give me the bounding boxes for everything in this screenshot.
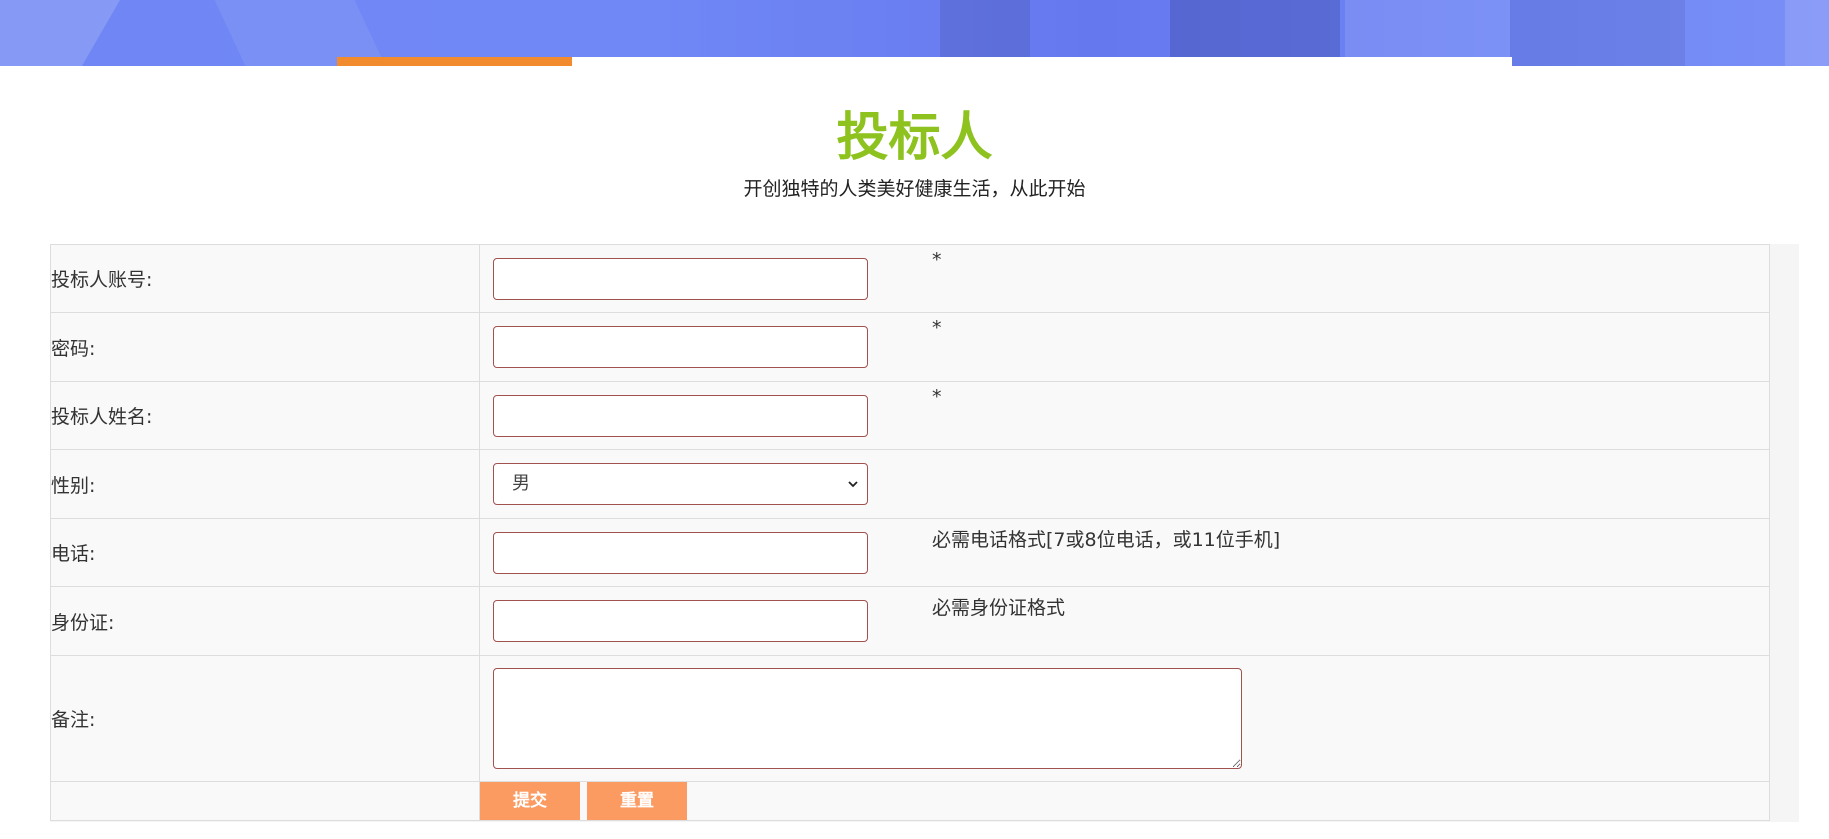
form-row-gender: 性别: 男 — [50, 449, 1770, 519]
field-input-cell: 必需身份证格式 — [479, 586, 1770, 656]
gender-selected-value: 男 — [512, 473, 530, 494]
page-title: 投标人 — [836, 108, 993, 168]
registration-form: 投标人账号: * 密码: * 投标人姓名: * 性别: 男 电话: 必需电话格式… — [50, 244, 1770, 821]
submit-button[interactable]: 提交 — [480, 782, 580, 820]
field-label-cell: 投标人账号: — [50, 244, 480, 313]
nav-bar — [337, 57, 1512, 66]
phone-format-hint: 必需电话格式[7或8位电话，或11位手机] — [932, 529, 1281, 551]
field-input-cell: * — [479, 381, 1770, 450]
field-label-cell: 身份证: — [50, 586, 480, 656]
banner-decoration — [1510, 0, 1685, 66]
field-input-cell: * — [479, 312, 1770, 382]
name-input[interactable] — [493, 394, 868, 437]
password-input[interactable] — [493, 326, 868, 368]
field-label-cell: 密码: — [50, 312, 480, 382]
field-input-cell — [479, 655, 1770, 782]
field-label-cell: 性别: — [50, 449, 480, 519]
required-marker: * — [932, 317, 942, 339]
reset-button[interactable]: 重置 — [587, 782, 687, 820]
gender-select[interactable]: 男 — [493, 463, 868, 505]
chevron-down-icon — [848, 481, 858, 488]
form-row-password: 密码: * — [50, 312, 1770, 382]
form-row-account: 投标人账号: * — [50, 244, 1770, 313]
required-marker: * — [932, 249, 942, 271]
field-label-cell: 备注: — [50, 655, 480, 782]
nav-active-indicator[interactable] — [337, 57, 572, 66]
form-container: 投标人账号: * 密码: * 投标人姓名: * 性别: 男 电话: 必需电话格式… — [50, 244, 1799, 822]
field-input-cell: 男 — [479, 449, 1770, 519]
phone-input[interactable] — [493, 531, 868, 574]
form-row-id-card: 身份证: 必需身份证格式 — [50, 586, 1770, 656]
id-card-format-hint: 必需身份证格式 — [932, 597, 1066, 619]
account-input[interactable] — [493, 257, 868, 300]
required-marker: * — [932, 386, 942, 408]
remark-label: 备注: — [51, 709, 96, 731]
name-label: 投标人姓名: — [51, 406, 153, 428]
gender-label: 性别: — [51, 474, 96, 497]
banner-decoration — [0, 0, 120, 66]
page-subtitle: 开创独特的人类美好健康生活，从此开始 — [743, 178, 1086, 200]
field-input-cell: 必需电话格式[7或8位电话，或11位手机] — [479, 518, 1770, 587]
actions-cell: 提交 重置 — [479, 781, 1770, 821]
field-label-cell: 投标人姓名: — [50, 381, 480, 450]
form-row-phone: 电话: 必需电话格式[7或8位电话，或11位手机] — [50, 518, 1770, 587]
empty-label-cell — [50, 781, 480, 821]
field-label-cell: 电话: — [50, 518, 480, 587]
form-row-name: 投标人姓名: * — [50, 381, 1770, 450]
phone-label: 电话: — [51, 543, 96, 565]
field-input-cell: * — [479, 244, 1770, 313]
id-card-input[interactable] — [493, 600, 868, 642]
form-row-actions: 提交 重置 — [50, 781, 1770, 821]
remark-textarea[interactable] — [493, 668, 1242, 769]
password-label: 密码: — [51, 337, 96, 360]
banner-decoration — [1785, 0, 1829, 66]
account-label: 投标人账号: — [51, 269, 153, 291]
form-row-remark: 备注: — [50, 655, 1770, 782]
id-card-label: 身份证: — [51, 611, 115, 634]
